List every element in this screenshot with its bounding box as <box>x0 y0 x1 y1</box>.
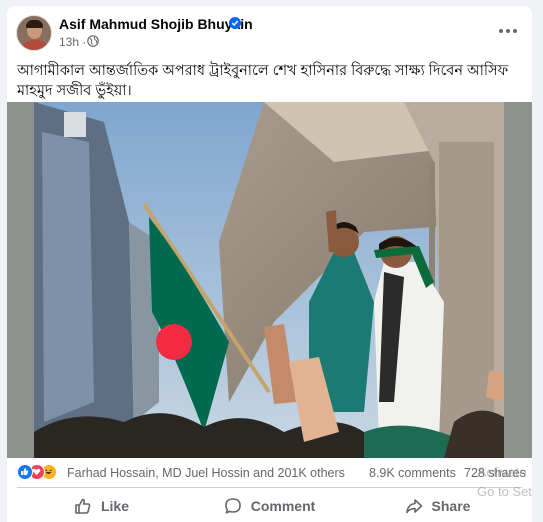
share-label: Share <box>431 497 471 514</box>
reactions-bar: Farhad Hossain, MD Juel Hossin and 201K … <box>7 458 532 486</box>
comment-button[interactable]: Comment <box>185 489 353 522</box>
comment-count[interactable]: 8.9K comments <box>369 466 456 480</box>
post-photo[interactable] <box>7 102 532 458</box>
post-time[interactable]: 13h <box>59 35 79 49</box>
like-icon <box>17 464 33 480</box>
like-outline-icon <box>75 498 91 514</box>
like-label: Like <box>100 497 129 514</box>
comment-label: Comment <box>250 497 316 514</box>
post-header: Asif Mahmud Shojib Bhuyain 13h · <box>7 6 532 56</box>
post-caption: আগামীকাল আন্তর্জাতিক অপরাধ ট্রাইবুনালে শ… <box>17 63 509 99</box>
reaction-summary[interactable]: Farhad Hossain, MD Juel Hossin and 201K … <box>67 466 345 480</box>
share-icon <box>405 498 422 513</box>
verified-badge-icon <box>229 17 241 29</box>
author-avatar[interactable] <box>16 15 52 51</box>
divider <box>17 487 522 488</box>
post-card: Asif Mahmud Shojib Bhuyain 13h · আগামীকা… <box>7 6 532 522</box>
action-bar: Like Comment Share <box>7 489 532 522</box>
author-name[interactable]: Asif Mahmud Shojib Bhuyain <box>59 16 253 32</box>
activate-windows-watermark: Activate Go to Setti <box>477 464 532 499</box>
more-options-button[interactable] <box>498 20 518 40</box>
comment-icon <box>224 497 241 514</box>
globe-icon[interactable] <box>87 35 99 47</box>
reaction-icons[interactable] <box>17 464 69 480</box>
like-button[interactable]: Like <box>17 489 185 522</box>
